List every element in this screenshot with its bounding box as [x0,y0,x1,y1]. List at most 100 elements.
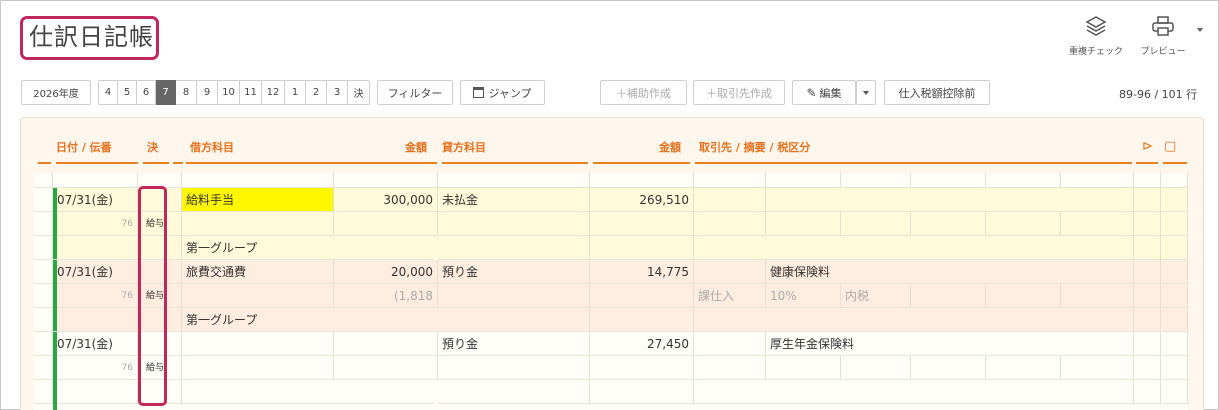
month-tab-8[interactable]: 8 [176,80,197,105]
header-credit-amount[interactable]: 金額 [659,139,681,155]
tax-category[interactable] [694,212,766,236]
header-date[interactable]: 日付 / 伝番 [56,139,112,155]
month-tab-1[interactable]: 1 [285,80,306,105]
header-underline [143,162,169,164]
preview-label: プレビュー [1140,47,1186,57]
header-underline [56,162,138,164]
table-row[interactable] [34,380,1188,404]
month-tab-4[interactable]: 4 [98,80,118,105]
table-row-spacer [34,173,1188,188]
jump-label: ジャンプ [488,86,532,100]
month-tab-closing[interactable]: 決 [348,80,370,105]
fiscal-year-button[interactable]: 2026年度 [21,80,91,105]
preview-button[interactable]: プレビュー [1133,15,1193,57]
memo[interactable] [766,188,1134,212]
header-credit-account[interactable]: 貸方科目 [442,139,486,155]
entry-number: 76 [53,212,138,236]
credit-account[interactable]: 未払金 [438,188,590,212]
table-row[interactable]: 07/31(金) 預り金 27,450 厚生年金保険料 [34,332,1188,356]
tax-category[interactable]: 課仕入 [694,284,766,308]
note-icon[interactable]: ▢ [1164,139,1176,154]
table-row[interactable]: 第一グループ [34,308,1188,332]
table-row[interactable]: 07/31(金) 旅費交通費 20,000 預り金 14,775 健康保険料 [34,260,1188,284]
memo[interactable]: 厚生年金保険料 [766,332,1134,356]
add-subaccount-button[interactable]: ＋補助作成 [600,80,687,105]
credit-account[interactable]: 預り金 [438,260,590,284]
duplicate-check-button[interactable]: 重複チェック [1064,15,1128,57]
department-group[interactable]: 第一グループ [182,308,434,332]
debit-tax [334,212,438,236]
debit-amount[interactable]: 300,000 [334,188,438,212]
tax-rate[interactable] [766,212,841,236]
credit-amount[interactable]: 27,450 [590,332,694,356]
tax-rate[interactable]: 10% [766,284,841,308]
table-row[interactable]: 76 給与 (1,818 課仕入 10% 内税 [34,284,1188,308]
entry-marker [53,260,57,331]
tax-type[interactable]: 内税 [841,284,911,308]
tax-category[interactable] [694,356,766,380]
month-tab-2[interactable]: 2 [306,80,327,105]
toolbar: 2026年度 4 5 6 7 8 9 10 11 12 1 2 3 決 フィルタ… [1,80,1219,105]
debit-account[interactable] [182,332,334,356]
entry-date[interactable]: 07/31(金) [53,332,138,356]
debit-account[interactable]: 旅費交通費 [182,260,334,284]
pencil-icon: ✎ [806,85,817,100]
department-group[interactable]: 第一グループ [182,236,434,260]
add-partner-button[interactable]: ＋取引先作成 [693,80,785,105]
edit-label: 編集 [819,86,842,100]
table-row[interactable]: 第一グループ [34,236,1188,260]
tax-rate[interactable] [766,356,841,380]
month-tab-9[interactable]: 9 [197,80,218,105]
preview-dropdown-icon[interactable] [1197,28,1203,32]
entry-date[interactable]: 07/31(金) [53,188,138,212]
entry-number: 76 [53,284,138,308]
header-underline [695,162,1132,164]
header-underline [442,162,588,164]
month-tab-6[interactable]: 6 [137,80,156,105]
debit-amount[interactable]: 20,000 [334,260,438,284]
header-kessai[interactable]: 決 [147,139,158,155]
edit-dropdown-button[interactable] [856,80,876,105]
header-underline [173,162,183,164]
month-tab-10[interactable]: 10 [218,80,240,105]
table-row[interactable]: 07/31(金) 給料手当 300,000 未払金 269,510 [34,188,1188,212]
calendar-icon [473,87,485,98]
month-tab-7[interactable]: 7 [156,80,176,105]
layers-icon [1085,16,1107,36]
entry-number: 76 [53,356,138,380]
department-group[interactable] [182,380,434,404]
header-underline [38,162,51,164]
header-debit-amount[interactable]: 金額 [405,139,427,155]
tax-type[interactable] [841,212,911,236]
jump-button[interactable]: ジャンプ [460,80,545,105]
header-underline [186,162,437,164]
month-tab-11[interactable]: 11 [240,80,262,105]
month-tab-5[interactable]: 5 [118,80,137,105]
credit-account[interactable]: 預り金 [438,332,590,356]
debit-tax [334,356,438,380]
table-row[interactable]: 76 給与 [34,356,1188,380]
debit-tax: (1,818 [334,284,438,308]
debit-amount[interactable] [334,332,438,356]
entry-marker [53,332,57,410]
memo[interactable]: 健康保険料 [766,260,1134,284]
header-underline [1136,162,1158,164]
tax-deduction-button[interactable]: 仕入税額控除前 [884,80,990,105]
debit-account[interactable]: 給料手当 [182,188,334,212]
credit-amount[interactable]: 269,510 [590,188,694,212]
entry-date[interactable]: 07/31(金) [53,260,138,284]
header-memo[interactable]: 取引先 / 摘要 / 税区分 [699,139,810,155]
credit-amount[interactable]: 14,775 [590,260,694,284]
entry-marker [53,188,57,259]
tax-type[interactable] [841,356,911,380]
header-underline [1163,162,1187,164]
month-tab-12[interactable]: 12 [262,80,285,105]
tag-icon[interactable]: ⊳ [1142,139,1153,154]
edit-button[interactable]: ✎ 編集 [792,80,856,105]
duplicate-check-label: 重複チェック [1068,47,1123,57]
chevron-down-icon [863,90,869,95]
header-debit-account[interactable]: 借方科目 [190,139,234,155]
month-tab-3[interactable]: 3 [327,80,348,105]
filter-button[interactable]: フィルター [377,80,453,105]
table-row[interactable]: 76 給与 [34,212,1188,236]
